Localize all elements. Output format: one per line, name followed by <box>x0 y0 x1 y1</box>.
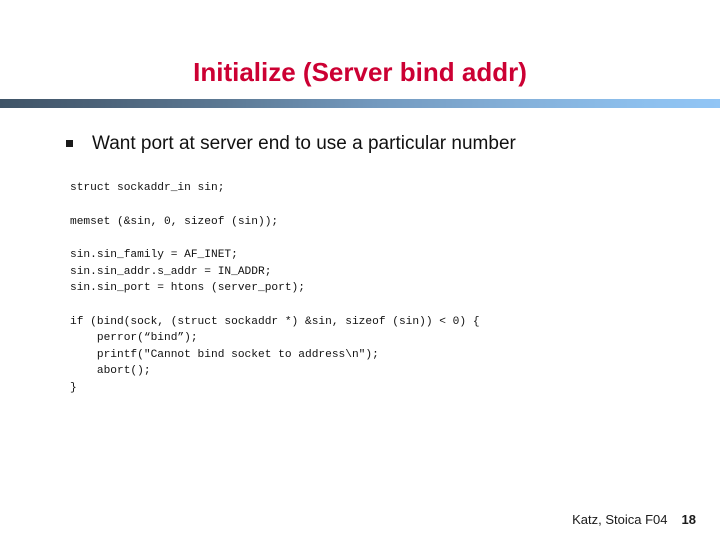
code-line: abort(); <box>70 365 151 377</box>
code-line: memset (&sin, 0, sizeof (sin)); <box>70 215 279 228</box>
footer-credit-label: Katz, Stoica F04 <box>572 512 668 527</box>
square-bullet-icon <box>66 140 73 147</box>
code-line: sin.sin_family = AF_INET; <box>70 249 238 261</box>
title-divider-rule <box>0 99 720 108</box>
code-block: struct sockaddr_in sin; <box>70 180 690 197</box>
code-block: if (bind(sock, (struct sockaddr *) &sin,… <box>70 314 690 397</box>
code-line: if (bind(sock, (struct sockaddr *) &sin,… <box>70 315 480 328</box>
code-line: sin.sin_addr.s_addr = IN_ADDR; <box>70 265 272 278</box>
slide-canvas: Initialize (Server bind addr) Want port … <box>0 0 720 540</box>
code-listing: struct sockaddr_in sin; memset (&sin, 0, … <box>70 180 690 396</box>
code-line: struct sockaddr_in sin; <box>70 182 225 194</box>
slide-footer: Katz, Stoica F04 18 <box>572 512 696 527</box>
bullet-item: Want port at server end to use a particu… <box>66 131 686 157</box>
code-block: sin.sin_family = AF_INET; sin.sin_addr.s_… <box>70 247 690 297</box>
code-line: } <box>70 381 77 394</box>
code-line: printf("Cannot bind socket to address\n"… <box>70 348 379 361</box>
code-line: sin.sin_port = htons (server_port); <box>70 282 305 294</box>
bullet-item-label: Want port at server end to use a particu… <box>92 133 516 154</box>
code-block: memset (&sin, 0, sizeof (sin)); <box>70 214 690 231</box>
page-title: Initialize (Server bind addr) <box>193 57 527 87</box>
slide-page-number: 18 <box>681 512 696 527</box>
code-line: perror(“bind”); <box>70 332 198 344</box>
